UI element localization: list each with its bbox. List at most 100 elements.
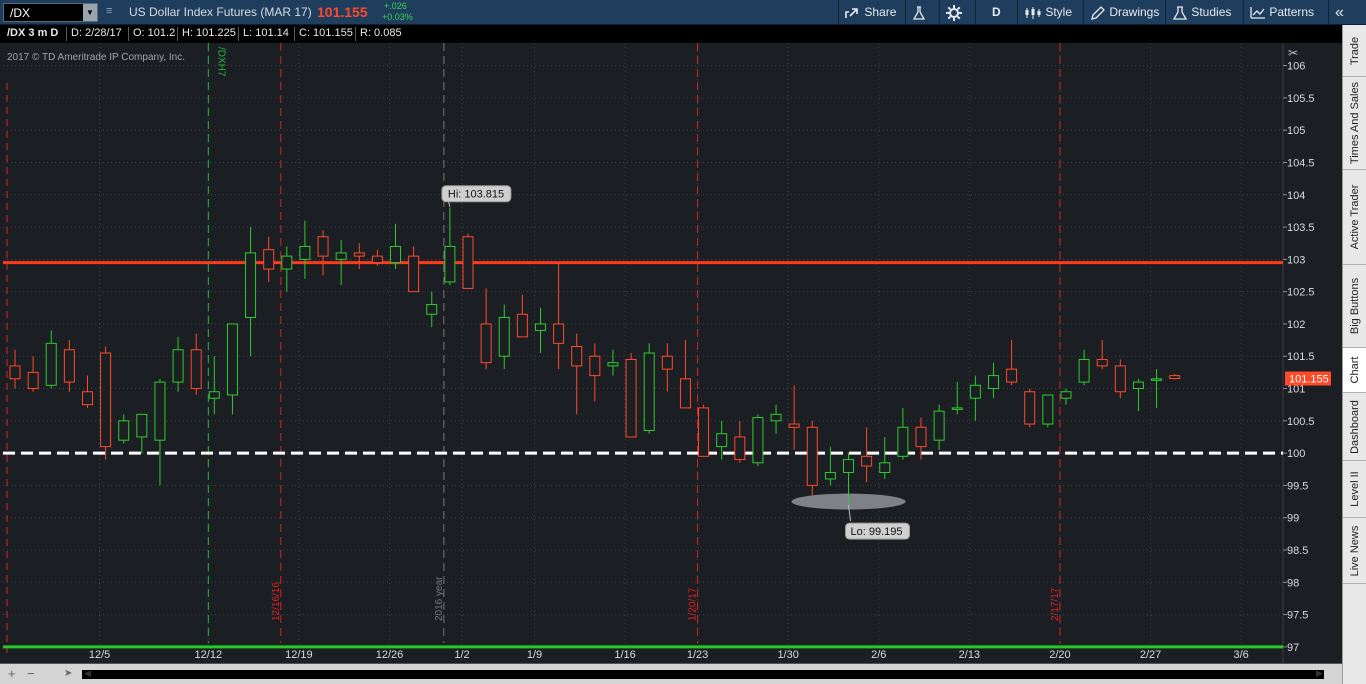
candle-body xyxy=(1114,365,1126,393)
zoom-out-icon[interactable]: − xyxy=(27,666,35,681)
candle-body xyxy=(788,423,800,428)
tab-times-and-sales[interactable]: Times And Sales xyxy=(1343,77,1366,170)
y-tick-label: 101.5 xyxy=(1287,351,1315,363)
candle-body xyxy=(897,426,909,457)
last-price: 101.155 xyxy=(317,4,368,20)
x-tick-label: 1/23 xyxy=(687,649,708,661)
y-tick-label: 102 xyxy=(1287,319,1305,331)
event-marker-label: 1/20/17 xyxy=(688,587,699,621)
scrollbar-track[interactable] xyxy=(82,670,1324,679)
tab-active-trader[interactable]: Active Trader xyxy=(1343,170,1366,265)
candle-body xyxy=(317,236,329,257)
tab-trade[interactable]: Trade xyxy=(1343,25,1366,77)
low-value: L: 101.14 xyxy=(243,27,289,39)
aggregation-button[interactable]: D xyxy=(975,0,1017,25)
candle-body xyxy=(190,349,202,390)
y-tick-label: 104.5 xyxy=(1287,157,1315,169)
close-value: C: 101.155 xyxy=(299,27,353,39)
tab-big-buttons[interactable]: Big Buttons xyxy=(1343,265,1366,348)
candle-body xyxy=(861,455,873,467)
y-tick-label: 99 xyxy=(1287,513,1299,525)
patterns-label: Patterns xyxy=(1269,5,1315,19)
flask-button[interactable] xyxy=(905,0,939,25)
chevron-down-icon[interactable]: ▼ xyxy=(83,4,97,21)
tab-label: Trade xyxy=(1349,36,1361,65)
x-tick-label: 1/30 xyxy=(777,649,798,661)
candle-body xyxy=(1024,391,1036,425)
cursor-icon[interactable]: ➤ xyxy=(64,668,72,679)
event-marker-label: 12/16/16 xyxy=(271,582,282,621)
x-tick-label: 1/16 xyxy=(614,649,635,661)
price-chart[interactable]: 106 105.5 105 104.5 104 103.5 103 102.5 102 101.5… xyxy=(0,43,1342,663)
separator xyxy=(128,27,129,41)
chart-canvas[interactable]: 106 105.5 105 104.5 104 103.5 103 102.5 102 101.5… xyxy=(0,43,1342,663)
candle-body xyxy=(1078,358,1090,383)
tab-dashboard[interactable]: Dashboard xyxy=(1343,393,1366,461)
expand-button[interactable]: « xyxy=(1328,0,1366,25)
y-tick-label: 105.5 xyxy=(1287,93,1315,105)
candle-body xyxy=(226,323,238,396)
candle-body xyxy=(879,462,891,473)
symbol-input[interactable]: /DX xyxy=(10,6,30,20)
candle-body xyxy=(498,316,510,357)
candle-body xyxy=(625,358,637,438)
pattern-icon xyxy=(1250,6,1265,19)
tab-live-news[interactable]: Live News xyxy=(1343,518,1366,584)
candle-body xyxy=(444,245,456,283)
candle-body xyxy=(951,407,963,410)
tab-chart[interactable]: Chart xyxy=(1343,348,1366,393)
patterns-button[interactable]: Patterns xyxy=(1243,0,1328,25)
tab-label: Times And Sales xyxy=(1349,81,1361,165)
candle-body xyxy=(1060,391,1072,399)
share-button[interactable]: Share xyxy=(838,0,905,25)
separator xyxy=(355,27,356,41)
candle-body xyxy=(770,413,782,422)
tab-level-ii[interactable]: Level II xyxy=(1343,461,1366,518)
candle-body xyxy=(843,459,855,473)
candle-body xyxy=(45,342,57,386)
low-bubble-label: Lo: 99.195 xyxy=(851,526,903,538)
scroll-right-icon[interactable]: ▶ xyxy=(1316,668,1323,679)
event-marker-label: 2/17/17 xyxy=(1050,587,1061,621)
high-value: H: 101.225 xyxy=(182,27,236,39)
candle-body xyxy=(1096,358,1108,367)
candle-body xyxy=(9,365,21,380)
candle-body xyxy=(553,323,565,344)
candle-body xyxy=(933,410,945,441)
flask-icon xyxy=(912,6,926,20)
chart-toolbar: /DX ▼ ≡ US Dollar Index Futures (MAR 17)… xyxy=(0,0,1366,25)
candle-body xyxy=(408,255,420,293)
flask-icon xyxy=(1172,6,1188,20)
candle-body xyxy=(136,413,148,438)
ohlc-info-bar: /DX 3 m D D: 2/28/17 O: 101.2 H: 101.225… xyxy=(0,25,1342,43)
high-bubble-label: Hi: 103.815 xyxy=(448,189,504,201)
x-tick-label: 2/20 xyxy=(1049,649,1070,661)
candle-body xyxy=(716,433,728,448)
candle-body xyxy=(824,471,836,480)
settings-button[interactable] xyxy=(939,0,975,25)
candle-body xyxy=(698,407,710,457)
menu-lines-icon[interactable]: ≡ xyxy=(106,5,112,17)
candle-body xyxy=(734,436,746,461)
candle-body xyxy=(1151,378,1163,381)
zoom-in-icon[interactable]: + xyxy=(8,666,16,681)
x-tick-label: 3/6 xyxy=(1234,649,1249,661)
y-tick-label: 104 xyxy=(1287,190,1305,202)
y-tick-label: 106 xyxy=(1287,61,1305,73)
symbol-selector[interactable]: /DX ▼ xyxy=(3,3,98,22)
y-tick-label: 100 xyxy=(1287,448,1305,460)
time-scrollbar[interactable]: + − ➤ ◀ ▶ xyxy=(0,663,1342,684)
candle-body xyxy=(752,417,764,464)
y-tick-label: 98 xyxy=(1287,577,1299,589)
percent-change: +0.03% xyxy=(382,12,413,22)
drawings-button[interactable]: Drawings xyxy=(1083,0,1165,25)
candle-body xyxy=(27,371,39,390)
event-marker-label: 2016 year xyxy=(434,576,445,621)
separator xyxy=(238,27,239,41)
scroll-left-icon[interactable]: ◀ xyxy=(84,668,91,679)
studies-button[interactable]: Studies xyxy=(1165,0,1243,25)
tab-label: Live News xyxy=(1349,525,1361,576)
current-price-label: 101.155 xyxy=(1289,374,1329,386)
style-button[interactable]: Style xyxy=(1017,0,1083,25)
separator xyxy=(177,27,178,41)
